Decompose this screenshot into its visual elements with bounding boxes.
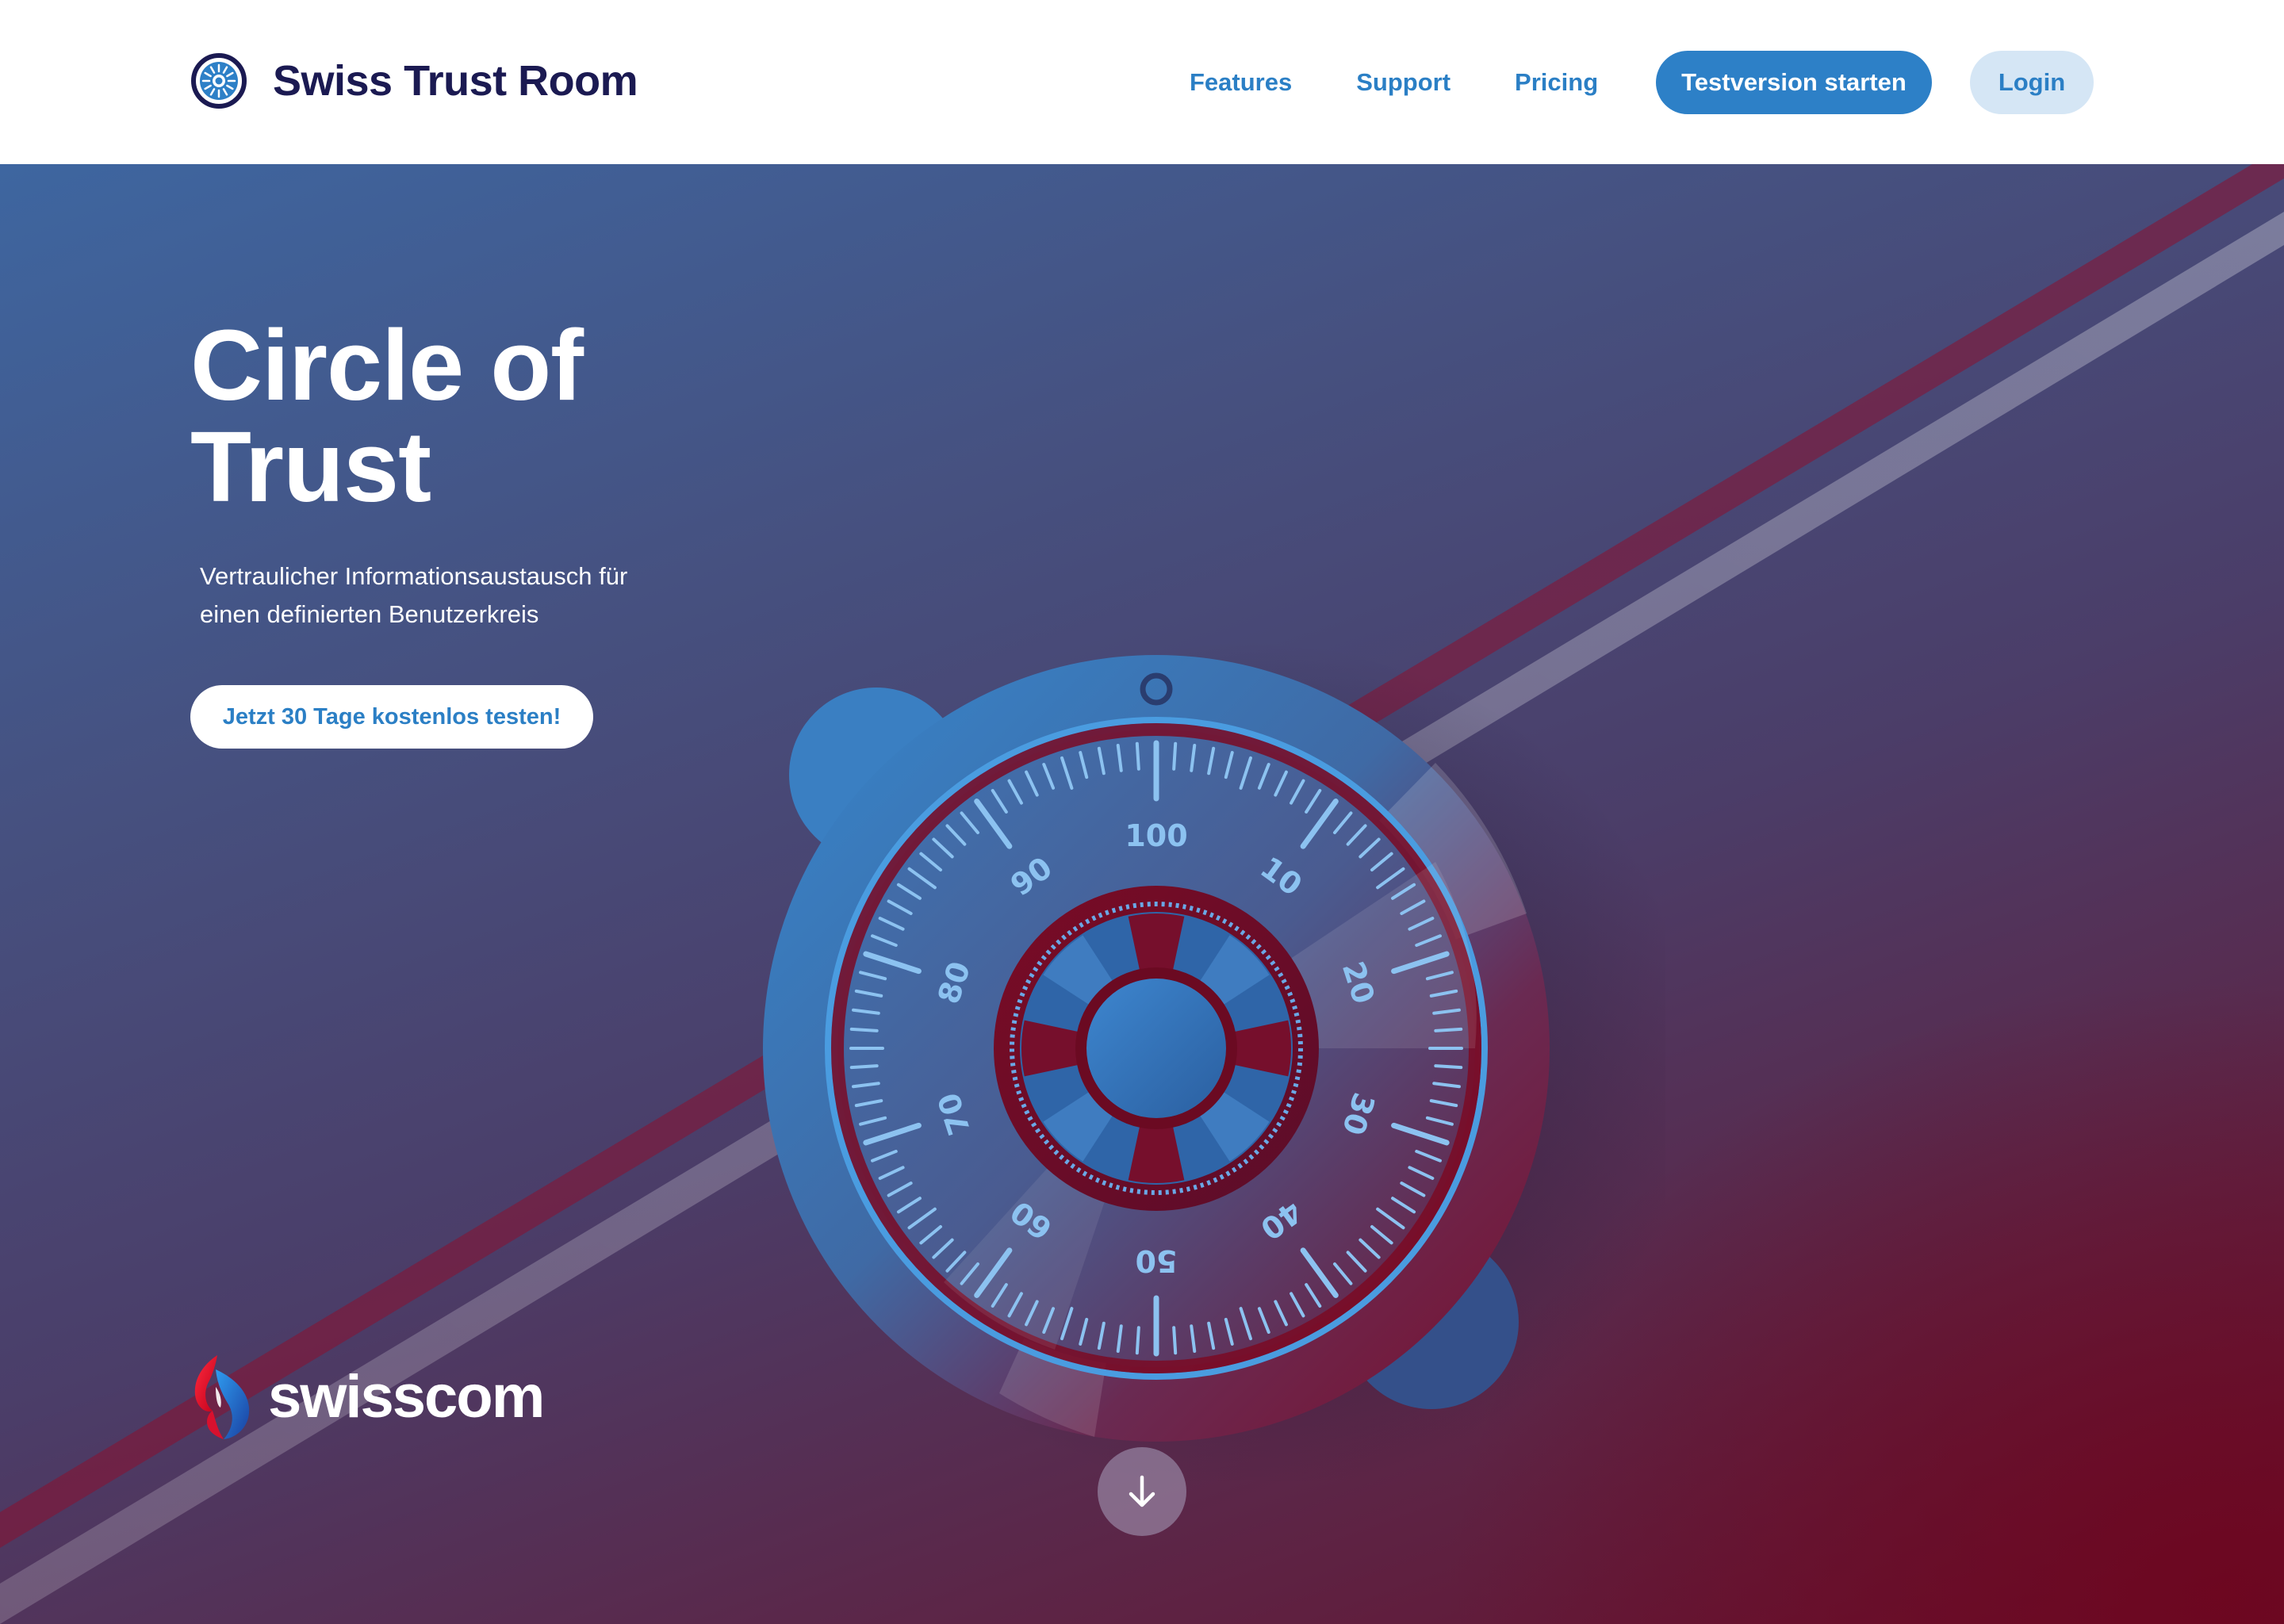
dial-tick	[1135, 741, 1140, 771]
dial-tick	[849, 1027, 879, 1032]
dial-logo-icon	[191, 53, 247, 109]
hero-title: Circle of Trust	[190, 309, 584, 523]
dial-tick	[1172, 741, 1178, 771]
free-trial-cta-button[interactable]: Jetzt 30 Tage kostenlos testen!	[190, 685, 593, 749]
hero-subtitle: Vertraulicher Informationsaustausch für …	[200, 557, 692, 634]
nav-link-features[interactable]: Features	[1190, 68, 1292, 97]
login-button[interactable]: Login	[1970, 51, 2094, 114]
start-trial-button[interactable]: Testversion starten	[1656, 51, 1932, 114]
hero-title-line-1: Circle of	[190, 309, 584, 421]
scroll-down-button[interactable]	[1098, 1447, 1186, 1536]
nav-link-support[interactable]: Support	[1356, 68, 1450, 97]
dial-number-100: 100	[1125, 818, 1187, 853]
hero-subtitle-line-1: Vertraulicher Informationsaustausch für	[200, 562, 628, 590]
nav-link-pricing[interactable]: Pricing	[1515, 68, 1598, 97]
dial-number-50: 50	[1136, 1243, 1178, 1278]
brand-link[interactable]: Swiss Trust Room	[190, 52, 638, 109]
swisscom-logo[interactable]: swisscom	[189, 1349, 545, 1444]
dial-tick	[1172, 1326, 1178, 1355]
hero-section: Circle of Trust Vertraulicher Informatio…	[0, 164, 2284, 1624]
dial-tick	[849, 1064, 879, 1070]
dial-tick	[1434, 1064, 1463, 1070]
swisscom-wordmark: swisscom	[268, 1362, 545, 1431]
brand-name: Swiss Trust Room	[273, 57, 638, 105]
dial-tick	[1434, 1027, 1463, 1032]
swisscom-logo-icon	[194, 1355, 250, 1439]
main-nav: Features Support Pricing	[1190, 51, 1598, 114]
hero-title-line-2: Trust	[190, 411, 431, 523]
site-header: Swiss Trust Room Features Support Pricin…	[0, 0, 2284, 164]
safe-dial-illustration: 100 10 20 30 40 50 60 70 80 90	[763, 640, 1665, 1480]
dial-tick	[1135, 1326, 1140, 1355]
arrow-down-icon	[1129, 1475, 1155, 1507]
hero-subtitle-line-2: einen definierten Benutzerkreis	[200, 600, 539, 628]
